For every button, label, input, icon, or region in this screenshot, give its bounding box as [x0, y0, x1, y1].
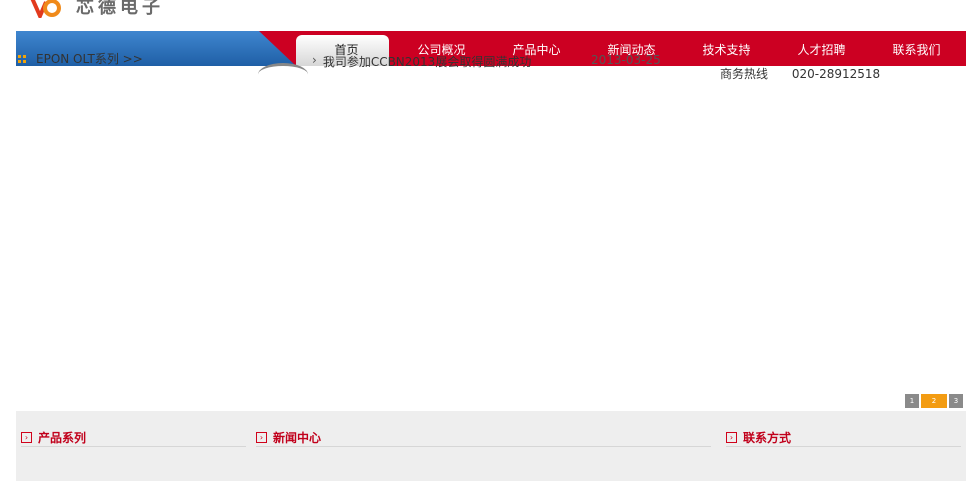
product-list-item[interactable]: EPON OLT系列 >>: [18, 50, 143, 67]
banner-page-1[interactable]: 1: [905, 394, 919, 408]
banner-area: [16, 66, 966, 411]
banner-page-3[interactable]: 3: [949, 394, 963, 408]
site-logo[interactable]: 芯德电子: [30, 0, 164, 20]
grid-dots-icon: [18, 54, 26, 63]
news-list-item[interactable]: › 我司参加CCBN2013展会取得圆满成功: [312, 53, 531, 70]
brand-name: 芯德电子: [76, 0, 164, 18]
news-item-date: 2013-03-25: [591, 53, 661, 67]
news-thumbnail: [258, 63, 308, 86]
arrow-box-icon: ›: [726, 431, 737, 443]
nav-item-contact[interactable]: 联系我们: [869, 31, 964, 66]
contact-label: 商务热线: [720, 67, 769, 81]
contact-line: 商务热线 020-28912518: [720, 65, 950, 82]
content-panels: › 产品系列 › 新闻中心 › 联系方式: [16, 411, 966, 481]
product-item-label: EPON OLT系列 >>: [36, 52, 143, 66]
news-title: 新闻中心: [273, 430, 322, 445]
contact-header: › 联系方式: [726, 428, 961, 447]
arrow-box-icon: ›: [21, 431, 32, 443]
banner-page-2[interactable]: 2: [921, 394, 947, 408]
nav-item-careers[interactable]: 人才招聘: [774, 31, 869, 66]
products-header: › 产品系列: [21, 428, 246, 447]
banner-pager: 1 2 3: [905, 394, 963, 408]
arrow-box-icon: ›: [256, 431, 267, 443]
chevron-right-icon: ›: [312, 53, 317, 67]
contact-value: 020-28912518: [791, 67, 881, 81]
logo-icon: [30, 0, 62, 18]
products-title: 产品系列: [38, 430, 87, 445]
news-header: › 新闻中心: [256, 428, 711, 447]
contact-title: 联系方式: [743, 430, 792, 445]
nav-item-support[interactable]: 技术支持: [679, 31, 774, 66]
news-item-title: 我司参加CCBN2013展会取得圆满成功: [322, 55, 532, 69]
